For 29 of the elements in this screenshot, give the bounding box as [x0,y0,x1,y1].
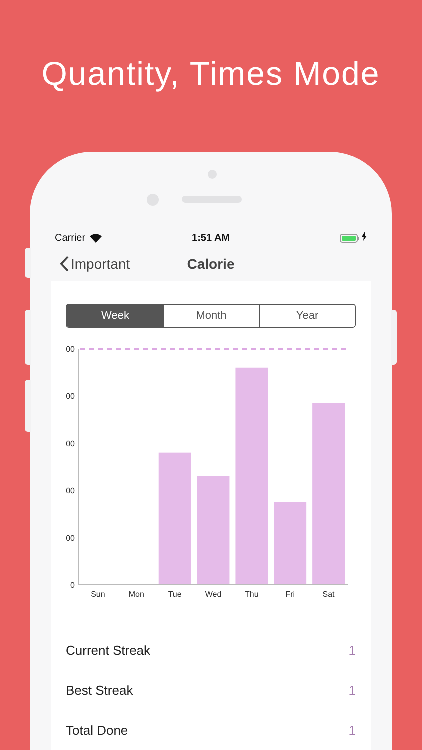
stat-value: 1 [348,722,356,738]
y-tick-label: 00 [66,534,75,543]
x-tick-label: Mon [128,590,144,599]
carrier-label: Carrier [55,232,86,244]
y-tick-label: 00 [66,392,75,402]
headline: Quantity, Times Mode [42,54,380,94]
stat-value: 1 [348,642,356,658]
x-tick-label: Sun [91,590,106,599]
stat-value: 1 [348,682,356,698]
y-tick-label: 00 [66,345,75,354]
x-tick-label: Wed [205,590,222,599]
screen-title: Calorie [187,256,235,272]
battery-icon [340,234,360,242]
x-tick-label: Sat [322,590,335,599]
back-button[interactable]: Important [60,256,130,272]
stat-label: Current Streak [66,642,151,658]
chevron-icon [60,256,69,272]
stat-label: Best Streak [66,682,134,698]
period-tab[interactable]: Week [67,305,163,327]
y-tick-label: 0 [70,581,75,590]
wifi-icon [90,234,102,242]
time-label: 1:51 AM [192,232,230,244]
y-tick-label: 00 [66,486,75,496]
y-tick-label: 00 [66,439,75,448]
x-tick-label: Tue [168,590,182,599]
stat-label: Total Done [66,722,128,738]
period-tab[interactable]: Year [259,305,355,327]
x-tick-label: Thu [245,590,259,599]
x-tick-label: Fri [286,590,296,599]
